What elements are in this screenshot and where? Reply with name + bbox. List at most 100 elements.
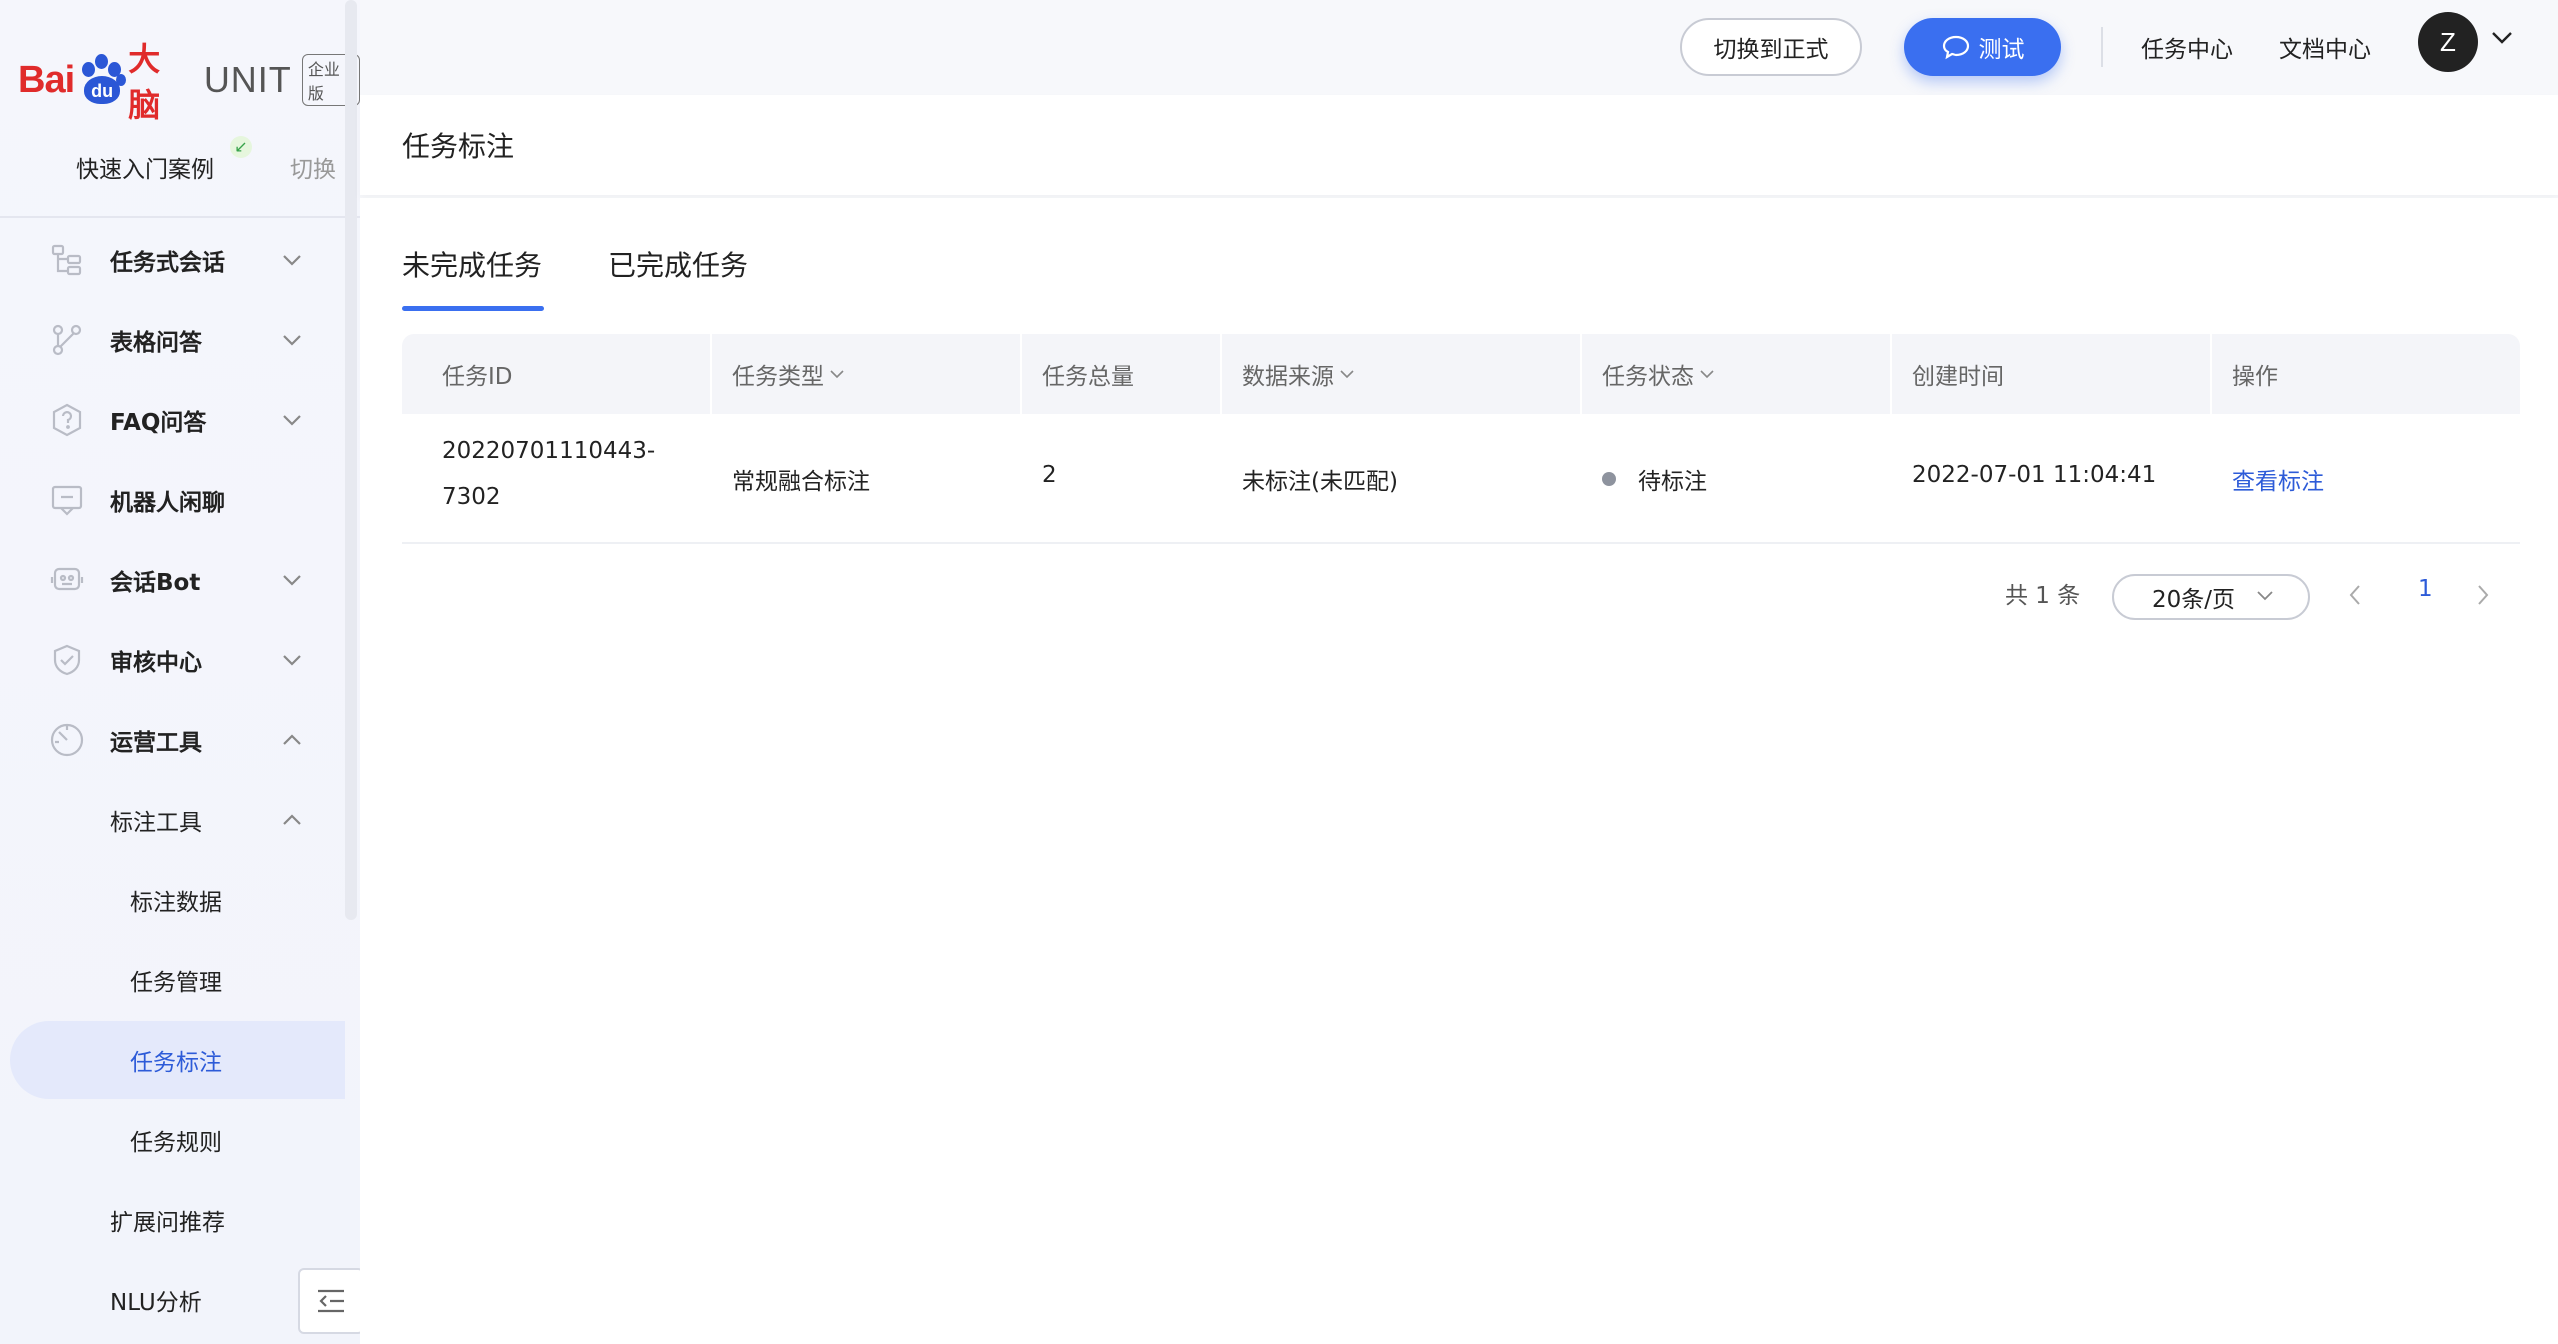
sidebar-item-label: 任务式会话	[110, 250, 225, 276]
cell-task-id-line1: 20220701110443-	[442, 438, 656, 464]
chevron-right-icon	[2478, 585, 2489, 605]
collapse-icon	[318, 1289, 344, 1313]
new-arrow-icon: ↙	[230, 136, 252, 158]
gauge-icon	[48, 721, 86, 759]
sidebar-item-table-qa[interactable]: 表格问答	[0, 300, 345, 380]
sidebar-subitem-label: NLU分析	[110, 1290, 202, 1316]
chevron-down-icon	[280, 248, 304, 272]
sidebar-item-label: 审核中心	[110, 650, 202, 676]
chevron-down-icon	[280, 408, 304, 432]
sidebar-item-task-dialog[interactable]: 任务式会话	[0, 220, 345, 300]
chevron-up-icon	[280, 728, 304, 752]
column-separator	[1580, 334, 1582, 414]
chevron-down-icon	[280, 648, 304, 672]
cell-data-source: 未标注(未匹配)	[1242, 469, 1398, 495]
sidebar-subitem-label: 标注数据	[130, 890, 222, 916]
prev-page-button[interactable]	[2348, 584, 2362, 610]
chevron-down-icon	[830, 369, 844, 378]
sidebar-item-label: 会话Bot	[110, 570, 201, 596]
sidebar-item-task-annotation[interactable]: 任务标注	[0, 1020, 345, 1100]
sidebar-subitem-label: 任务管理	[130, 970, 222, 996]
baidu-unit-logo[interactable]: Bai du 大脑 UNIT 企业版	[18, 40, 360, 124]
branch-icon	[48, 321, 86, 359]
faq-shield-icon	[48, 401, 86, 439]
flow-tree-icon	[48, 241, 86, 279]
sidebar-item-faq[interactable]: FAQ问答	[0, 380, 345, 460]
nav-task-center[interactable]: 任务中心	[2141, 30, 2233, 64]
column-separator	[710, 334, 712, 414]
sidebar-subitem-label: 任务标注	[130, 1050, 222, 1076]
column-separator	[1890, 334, 1892, 414]
robot-icon	[48, 561, 86, 599]
sidebar-item-label-tools[interactable]: 标注工具	[0, 780, 345, 860]
sidebar-item-expand-question[interactable]: 扩展问推荐	[0, 1180, 345, 1260]
sidebar-subitem-label: 扩展问推荐	[110, 1210, 225, 1236]
cell-task-type: 常规融合标注	[732, 469, 870, 495]
logo-du-text: du	[84, 76, 121, 104]
logo-unit-text: UNIT	[203, 59, 292, 100]
shield-check-icon	[48, 641, 86, 679]
column-separator	[2210, 334, 2212, 414]
content-panel: 未完成任务 已完成任务 任务ID 任务类型 任务总量 数据来源 任务状态 创建时…	[360, 198, 2558, 1344]
sidebar-scrollbar[interactable]	[345, 0, 357, 920]
column-header-task-type[interactable]: 任务类型	[732, 334, 844, 414]
sidebar-item-task-management[interactable]: 任务管理	[0, 940, 345, 1020]
chevron-down-icon	[2257, 591, 2273, 601]
cell-task-total: 2	[1042, 462, 1057, 488]
cell-created-time: 2022-07-01 11:04:41	[1912, 462, 2157, 488]
quick-start-row: 快速入门案例 切换	[0, 136, 360, 216]
chevron-down-icon[interactable]	[2490, 30, 2514, 50]
avatar[interactable]: Z	[2418, 12, 2478, 72]
sidebar-item-label: 表格问答	[110, 330, 202, 356]
column-separator	[1220, 334, 1222, 414]
sidebar-item-label: 机器人闲聊	[110, 490, 225, 516]
quick-start-label[interactable]: 快速入门案例	[76, 150, 214, 184]
column-header-data-source[interactable]: 数据来源	[1242, 334, 1354, 414]
nav-doc-center[interactable]: 文档中心	[2279, 30, 2371, 64]
column-header-task-total: 任务总量	[1042, 364, 1134, 390]
chevron-down-icon	[1700, 369, 1714, 378]
column-separator	[1020, 334, 1022, 414]
quick-start-switch-link[interactable]: 切换	[290, 150, 336, 184]
sidebar-subitem-label: 标注工具	[110, 810, 202, 836]
column-header-task-id: 任务ID	[442, 364, 513, 390]
collapse-sidebar-button[interactable]	[298, 1268, 364, 1334]
topbar-divider	[2101, 27, 2103, 67]
next-page-button[interactable]	[2476, 584, 2490, 610]
sidebar-divider	[0, 216, 360, 218]
tab-completed-tasks[interactable]: 已完成任务	[608, 244, 748, 284]
chevron-down-icon	[280, 568, 304, 592]
view-annotation-link[interactable]: 查看标注	[2232, 462, 2324, 496]
cell-task-id-line2: 7302	[442, 484, 501, 510]
status-dot	[1602, 472, 1616, 486]
sidebar-item-task-rules[interactable]: 任务规则	[0, 1100, 345, 1180]
page-number-current[interactable]: 1	[2418, 576, 2433, 602]
sidebar-item-label: 运营工具	[110, 730, 202, 756]
chevron-down-icon	[1340, 369, 1354, 378]
tab-incomplete-tasks[interactable]: 未完成任务	[402, 244, 542, 284]
column-header-actions: 操作	[2232, 364, 2278, 390]
column-header-created-time: 创建时间	[1912, 364, 2004, 390]
sidebar-item-dialog-bot[interactable]: 会话Bot	[0, 540, 345, 620]
table-row: 20220701110443- 7302 常规融合标注 2 未标注(未匹配) 待…	[402, 414, 2520, 544]
sidebar-item-nlu-analysis[interactable]: NLU分析	[0, 1260, 345, 1340]
sidebar-item-chitchat[interactable]: 机器人闲聊	[0, 460, 345, 540]
chevron-up-icon	[280, 808, 304, 832]
chevron-down-icon	[280, 328, 304, 352]
page-size-select[interactable]: 20条/页	[2112, 574, 2310, 620]
chat-box-icon	[48, 481, 86, 519]
sidebar-item-label: FAQ问答	[110, 410, 207, 436]
switch-to-production-button[interactable]: 切换到正式	[1680, 18, 1862, 76]
pagination-total: 共 1 条	[2005, 583, 2081, 609]
page-size-value: 20条/页	[2152, 587, 2236, 613]
sidebar-item-label-data[interactable]: 标注数据	[0, 860, 345, 940]
sidebar-item-review-center[interactable]: 审核中心	[0, 620, 345, 700]
test-button[interactable]: 测试	[1904, 18, 2061, 76]
table-header: 任务ID 任务类型 任务总量 数据来源 任务状态 创建时间 操作	[402, 334, 2520, 414]
page-title: 任务标注	[402, 130, 515, 163]
chat-bubble-icon	[1942, 35, 1969, 60]
sidebar-item-ops-tools[interactable]: 运营工具	[0, 700, 345, 780]
sidebar: Bai du 大脑 UNIT 企业版 快速入门案例 切换 ↙ 任务式会话 表格问…	[0, 0, 364, 1344]
chevron-left-icon	[2349, 585, 2360, 605]
column-header-task-status[interactable]: 任务状态	[1602, 334, 1714, 414]
